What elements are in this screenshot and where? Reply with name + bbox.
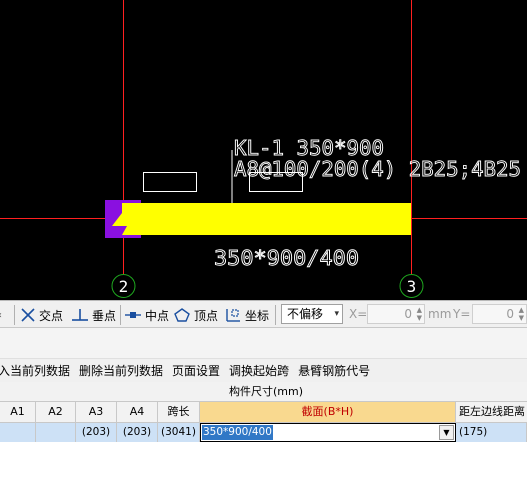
intersection-icon	[21, 308, 35, 322]
section-cell-editor[interactable]: 350*900/400 ▼	[200, 423, 456, 442]
column-header-a3[interactable]: A3	[76, 402, 117, 423]
chevron-down-icon: ▾	[334, 309, 339, 319]
chevron-down-icon[interactable]: ▼	[439, 425, 454, 440]
snap-perpendicular-label: 垂点	[92, 308, 117, 323]
column-header-section[interactable]: 截面(B*H)	[200, 402, 456, 423]
snap-toolbar: ‹ 交点 垂点 中点 顶点 坐标	[0, 300, 527, 328]
snap-intersection-button[interactable]: 交点	[20, 304, 63, 326]
snap-midpoint-label: 中点	[145, 308, 170, 323]
cell-a2[interactable]	[36, 423, 76, 442]
spinner-icon[interactable]: ▲ ▼	[519, 306, 524, 322]
cad-drawing-canvas[interactable]: KL-1 350*900 A8@100/200(4) 2B25;4B25 350…	[0, 0, 527, 300]
table-menu-bar: 入当前列数据 删除当前列数据 页面设置 调换起始跨 悬臂钢筋代号	[0, 358, 527, 382]
section-cell-value[interactable]: 350*900/400	[202, 425, 273, 440]
offset-mode-select[interactable]: 不偏移 ▾	[281, 304, 343, 324]
menu-insert-column-data[interactable]: 入当前列数据	[0, 362, 70, 379]
snap-intersection-label: 交点	[39, 308, 64, 323]
group-header-label: 构件尺寸(mm)	[229, 385, 304, 398]
menu-swap-start-span[interactable]: 调换起始跨	[229, 362, 289, 379]
section-label[interactable]: 350*900/400	[214, 246, 360, 271]
component-size-grid: 构件尺寸(mm) A1 A2 A3 A4 跨长 截面(B*H) 距左边线距离 (…	[0, 382, 527, 442]
column-header-a2[interactable]: A2	[36, 402, 76, 423]
cell-a3[interactable]: (203)	[76, 423, 117, 442]
snap-coordinate-label: 坐标	[245, 308, 270, 323]
y-coordinate-label: Y=	[453, 307, 471, 321]
grid-group-header: 构件尺寸(mm)	[0, 382, 527, 402]
coordinate-icon	[226, 309, 240, 322]
chevron-left-icon: ‹	[0, 310, 2, 321]
perpendicular-icon	[72, 309, 88, 321]
column-header-left-edge-distance[interactable]: 距左边线距离	[456, 402, 527, 423]
cell-a1[interactable]	[0, 423, 36, 442]
snap-midpoint-button[interactable]: 中点	[124, 304, 169, 326]
cell-left-edge-distance[interactable]: (175)	[456, 423, 527, 442]
snap-vertex-label: 顶点	[194, 308, 219, 323]
toolbar-separator	[275, 305, 276, 325]
vertex-icon	[174, 308, 190, 322]
reinforcement-label[interactable]: A8@100/200(4) 2B25;4B25	[234, 157, 522, 182]
toolbar-overflow-arrow[interactable]: ‹	[0, 304, 2, 326]
cell-a4[interactable]: (203)	[117, 423, 158, 442]
axis-number-2: 2	[119, 277, 129, 296]
label-box-left	[143, 172, 197, 192]
spinner-icon[interactable]: ▲ ▼	[417, 306, 422, 322]
snap-vertex-button[interactable]: 顶点	[173, 304, 218, 326]
menu-page-setup[interactable]: 页面设置	[172, 362, 220, 379]
column-header-a1[interactable]: A1	[0, 402, 36, 423]
midpoint-icon	[125, 312, 141, 318]
toolbar-separator	[120, 305, 121, 325]
offset-mode-value: 不偏移	[287, 307, 324, 321]
unit-label: mm	[428, 307, 452, 321]
y-coordinate-value: 0	[506, 307, 514, 321]
cell-span-length[interactable]: (3041)	[158, 423, 200, 442]
beam-body[interactable]	[120, 203, 411, 235]
panel-gap	[0, 328, 527, 358]
menu-cantilever-rebar-code[interactable]: 悬臂钢筋代号	[298, 362, 370, 379]
y-coordinate-input[interactable]: 0 ▲ ▼	[472, 304, 527, 324]
x-coordinate-input[interactable]: 0 ▲ ▼	[367, 304, 425, 324]
column-header-span-length[interactable]: 跨长	[158, 402, 200, 423]
column-header-a4[interactable]: A4	[117, 402, 158, 423]
snap-coordinate-button[interactable]: 坐标	[224, 304, 269, 326]
toolbar-separator	[14, 305, 15, 325]
menu-delete-column-data[interactable]: 删除当前列数据	[79, 362, 163, 379]
axis-number-3: 3	[407, 277, 417, 296]
x-coordinate-label: X=	[349, 307, 368, 321]
x-coordinate-value: 0	[404, 307, 412, 321]
snap-perpendicular-button[interactable]: 垂点	[71, 304, 116, 326]
